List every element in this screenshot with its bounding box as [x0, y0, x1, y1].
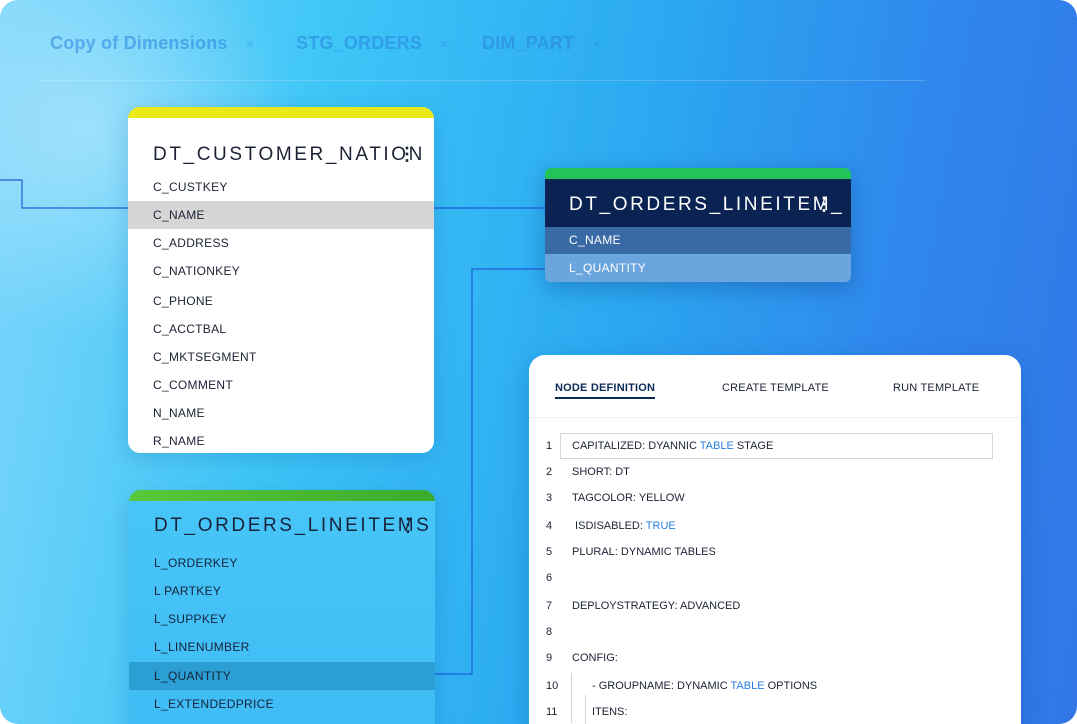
connector-incoming — [0, 179, 128, 209]
line-number: 10 — [546, 680, 559, 692]
column-list: L_ORDERKEY L PARTKEY L_SUPPKEY L_LINENUM… — [129, 547, 435, 718]
column-row[interactable]: L_LINENUMBER — [129, 633, 435, 661]
code-text: SHORT: DT — [572, 466, 630, 478]
column-row[interactable]: C_COMMENT — [128, 371, 434, 399]
code-text: CAPITALIZED: DYANNIC TABLE STAGE — [572, 440, 774, 452]
column-row[interactable]: L PARTKEY — [129, 577, 435, 605]
tab-node-definition[interactable]: NODE DEFINITION — [555, 382, 656, 399]
column-list: C_CUSTKEY C_NAME C_ADDRESS C_NATIONKEY C… — [128, 164, 434, 453]
node-definition-panel: NODE DEFINITION CREATE TEMPLATE RUN TEMP… — [529, 355, 1021, 724]
node-color-bar — [129, 490, 435, 501]
kebab-menu-icon[interactable]: ⋮ — [399, 515, 417, 536]
node-title: DT_ORDERS_LINEITEMS — [154, 515, 432, 536]
node-title: DT_ORDERS_LINEITEM_ — [569, 194, 845, 215]
column-row[interactable]: C_ADDRESS — [128, 229, 434, 257]
node-header: DT_ORDERS_LINEITEM_ ⋮ — [545, 179, 851, 227]
column-row[interactable]: L_EXTENDEDPRICE — [129, 690, 435, 718]
line-number: 5 — [546, 546, 553, 558]
code-text: TAGCOLOR: YELLOW — [572, 492, 685, 504]
code-text: - GROUPNAME: DYNAMIC TABLE OPTIONS — [592, 680, 818, 692]
node-color-bar — [545, 168, 851, 179]
diagram-canvas: Copy of Dimensions × STG_ORDERS × DIM_PART… — [0, 0, 1077, 724]
column-row[interactable]: C_PHONE — [128, 285, 434, 315]
kebab-menu-icon[interactable]: ⋮ — [815, 194, 833, 215]
column-row[interactable]: N_NAME — [128, 399, 434, 427]
line-number: 2 — [546, 466, 553, 478]
node-card-orders-lineitems[interactable]: DT_ORDERS_LINEITEMS ⋮ L_ORDERKEY L PARTK… — [129, 490, 435, 724]
code-text: ITENS: — [592, 706, 628, 718]
column-row[interactable]: C_NATIONKEY — [128, 257, 434, 285]
indent-guide — [585, 695, 586, 724]
indent-guide — [571, 673, 572, 723]
column-row[interactable]: C_NAME — [545, 227, 851, 254]
code-text: CONFIG: — [572, 652, 618, 664]
tab-run-template[interactable]: RUN TEMPLATE — [893, 382, 979, 394]
column-row[interactable]: L_ORDERKEY — [129, 549, 435, 577]
column-row-selected[interactable]: L_QUANTITY — [129, 662, 435, 690]
line-number: 6 — [546, 572, 553, 584]
line-number: 7 — [546, 600, 553, 612]
line-number: 3 — [546, 492, 553, 504]
column-row[interactable]: L_SUPPKEY — [129, 605, 435, 633]
kebab-menu-icon[interactable]: ⋮ — [398, 144, 416, 165]
line-number: 4 — [546, 520, 553, 532]
column-row[interactable]: C_CUSTKEY — [128, 173, 434, 201]
node-card-orders-lineitem-target[interactable]: DT_ORDERS_LINEITEM_ ⋮ C_NAME L_QUANTITY — [545, 168, 851, 282]
tab-create-template[interactable]: CREATE TEMPLATE — [722, 382, 829, 394]
code-text: ISDISABLED: TRUE — [572, 520, 676, 532]
node-title: DT_CUSTOMER_NATION — [153, 144, 426, 165]
panel-tab-bar: NODE DEFINITION CREATE TEMPLATE RUN TEMP… — [529, 355, 1021, 418]
node-card-customer-nation[interactable]: DT_CUSTOMER_NATION ⋮ C_CUSTKEY C_NAME C_… — [128, 107, 434, 453]
column-row[interactable]: L_QUANTITY — [545, 254, 851, 282]
column-row[interactable]: C_MKTSEGMENT — [128, 343, 434, 371]
column-row[interactable]: C_ACCTBAL — [128, 315, 434, 343]
node-header: DT_ORDERS_LINEITEMS ⋮ — [129, 501, 435, 547]
line-number: 9 — [546, 652, 553, 664]
column-row[interactable]: R_NAME — [128, 427, 434, 453]
line-number: 11 — [546, 706, 558, 718]
node-header: DT_CUSTOMER_NATION ⋮ — [128, 118, 434, 165]
line-number: 1 — [546, 440, 553, 452]
node-color-bar — [128, 107, 434, 118]
code-text: DEPLOYSTRATEGY: ADVANCED — [572, 600, 741, 612]
code-text: PLURAL: DYNAMIC TABLES — [572, 546, 716, 558]
column-row-selected[interactable]: C_NAME — [128, 201, 434, 229]
line-number: 8 — [546, 626, 553, 638]
